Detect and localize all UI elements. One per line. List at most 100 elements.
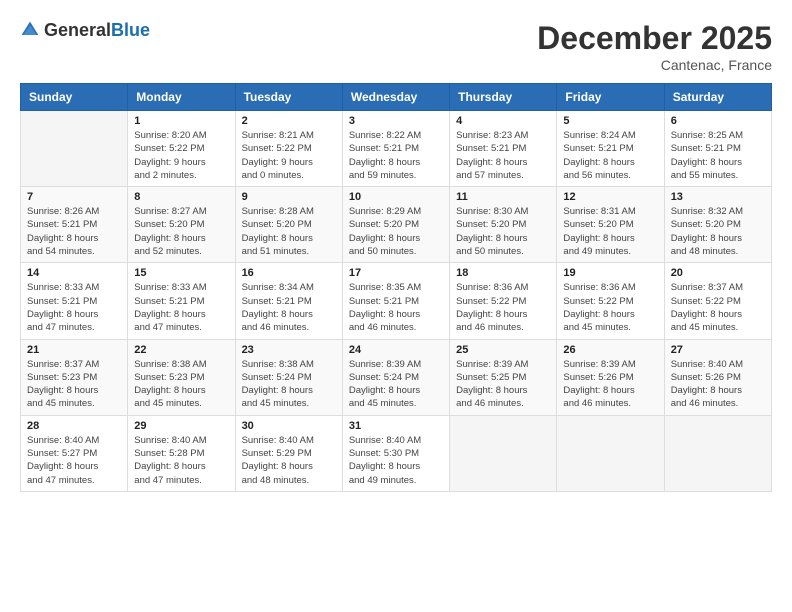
cell-content: Sunrise: 8:20 AMSunset: 5:22 PMDaylight:…	[134, 129, 228, 182]
calendar-cell: 19 Sunrise: 8:36 AMSunset: 5:22 PMDayligh…	[557, 263, 664, 339]
cell-content: Sunrise: 8:34 AMSunset: 5:21 PMDaylight:…	[242, 281, 336, 334]
day-number: 20	[671, 267, 765, 279]
day-number: 31	[349, 420, 443, 432]
calendar-day-header: Thursday	[450, 84, 557, 111]
calendar-cell: 4 Sunrise: 8:23 AMSunset: 5:21 PMDaylight…	[450, 111, 557, 187]
calendar-cell: 30 Sunrise: 8:40 AMSunset: 5:29 PMDayligh…	[235, 415, 342, 491]
calendar-day-header: Wednesday	[342, 84, 449, 111]
cell-content: Sunrise: 8:36 AMSunset: 5:22 PMDaylight:…	[456, 281, 550, 334]
calendar-cell: 2 Sunrise: 8:21 AMSunset: 5:22 PMDaylight…	[235, 111, 342, 187]
cell-content: Sunrise: 8:40 AMSunset: 5:28 PMDaylight:…	[134, 434, 228, 487]
calendar-day-header: Monday	[128, 84, 235, 111]
day-number: 29	[134, 420, 228, 432]
day-number: 13	[671, 191, 765, 203]
calendar-week-row: 21 Sunrise: 8:37 AMSunset: 5:23 PMDayligh…	[21, 339, 772, 415]
day-number: 18	[456, 267, 550, 279]
calendar-cell: 10Sunrise: 8:29 AMSunset: 5:20 PMDayligh…	[342, 187, 449, 263]
calendar-cell: 25 Sunrise: 8:39 AMSunset: 5:25 PMDayligh…	[450, 339, 557, 415]
calendar-cell: 24Sunrise: 8:39 AMSunset: 5:24 PMDayligh…	[342, 339, 449, 415]
day-number: 22	[134, 344, 228, 356]
logo: General Blue	[20, 20, 150, 40]
location: Cantenac, France	[537, 57, 772, 73]
calendar-cell	[450, 415, 557, 491]
calendar-cell: 28 Sunrise: 8:40 AMSunset: 5:27 PMDayligh…	[21, 415, 128, 491]
day-number: 14	[27, 267, 121, 279]
cell-content: Sunrise: 8:33 AMSunset: 5:21 PMDaylight:…	[134, 281, 228, 334]
day-number: 16	[242, 267, 336, 279]
cell-content: Sunrise: 8:40 AMSunset: 5:27 PMDaylight:…	[27, 434, 121, 487]
calendar-cell: 14 Sunrise: 8:33 AMSunset: 5:21 PMDayligh…	[21, 263, 128, 339]
day-number: 3	[349, 115, 443, 127]
calendar-day-header: Tuesday	[235, 84, 342, 111]
calendar-cell: 9 Sunrise: 8:28 AMSunset: 5:20 PMDaylight…	[235, 187, 342, 263]
calendar-cell	[21, 111, 128, 187]
calendar-cell: 16 Sunrise: 8:34 AMSunset: 5:21 PMDayligh…	[235, 263, 342, 339]
day-number: 10	[349, 191, 443, 203]
cell-content: Sunrise: 8:22 AMSunset: 5:21 PMDaylight:…	[349, 129, 443, 182]
day-number: 28	[27, 420, 121, 432]
calendar-cell: 27Sunrise: 8:40 AMSunset: 5:26 PMDayligh…	[664, 339, 771, 415]
day-number: 1	[134, 115, 228, 127]
cell-content: Sunrise: 8:35 AMSunset: 5:21 PMDaylight:…	[349, 281, 443, 334]
day-number: 24	[349, 344, 443, 356]
logo-text-general: General	[44, 21, 111, 39]
calendar-cell: 17 Sunrise: 8:35 AMSunset: 5:21 PMDayligh…	[342, 263, 449, 339]
day-number: 7	[27, 191, 121, 203]
month-title: December 2025	[537, 20, 772, 57]
cell-content: Sunrise: 8:39 AMSunset: 5:25 PMDaylight:…	[456, 358, 550, 411]
day-number: 12	[563, 191, 657, 203]
day-number: 19	[563, 267, 657, 279]
cell-content: Sunrise: 8:32 AMSunset: 5:20 PMDaylight:…	[671, 205, 765, 258]
cell-content: Sunrise: 8:37 AMSunset: 5:23 PMDaylight:…	[27, 358, 121, 411]
day-number: 30	[242, 420, 336, 432]
day-number: 8	[134, 191, 228, 203]
calendar-cell: 22 Sunrise: 8:38 AMSunset: 5:23 PMDayligh…	[128, 339, 235, 415]
calendar-cell: 26Sunrise: 8:39 AMSunset: 5:26 PMDayligh…	[557, 339, 664, 415]
page-header: General Blue December 2025 Cantenac, Fra…	[20, 20, 772, 73]
calendar-table: SundayMondayTuesdayWednesdayThursdayFrid…	[20, 83, 772, 492]
cell-content: Sunrise: 8:36 AMSunset: 5:22 PMDaylight:…	[563, 281, 657, 334]
cell-content: Sunrise: 8:26 AMSunset: 5:21 PMDaylight:…	[27, 205, 121, 258]
calendar-day-header: Sunday	[21, 84, 128, 111]
day-number: 27	[671, 344, 765, 356]
cell-content: Sunrise: 8:27 AMSunset: 5:20 PMDaylight:…	[134, 205, 228, 258]
day-number: 15	[134, 267, 228, 279]
calendar-cell: 15 Sunrise: 8:33 AMSunset: 5:21 PMDayligh…	[128, 263, 235, 339]
calendar-cell: 1 Sunrise: 8:20 AMSunset: 5:22 PMDaylight…	[128, 111, 235, 187]
cell-content: Sunrise: 8:25 AMSunset: 5:21 PMDaylight:…	[671, 129, 765, 182]
cell-content: Sunrise: 8:23 AMSunset: 5:21 PMDaylight:…	[456, 129, 550, 182]
day-number: 4	[456, 115, 550, 127]
day-number: 6	[671, 115, 765, 127]
day-number: 23	[242, 344, 336, 356]
day-number: 11	[456, 191, 550, 203]
calendar-day-header: Saturday	[664, 84, 771, 111]
calendar-cell: 21 Sunrise: 8:37 AMSunset: 5:23 PMDayligh…	[21, 339, 128, 415]
calendar-week-row: 14 Sunrise: 8:33 AMSunset: 5:21 PMDayligh…	[21, 263, 772, 339]
day-number: 21	[27, 344, 121, 356]
cell-content: Sunrise: 8:28 AMSunset: 5:20 PMDaylight:…	[242, 205, 336, 258]
day-number: 25	[456, 344, 550, 356]
cell-content: Sunrise: 8:38 AMSunset: 5:23 PMDaylight:…	[134, 358, 228, 411]
logo-text-blue: Blue	[111, 21, 150, 39]
day-number: 5	[563, 115, 657, 127]
cell-content: Sunrise: 8:40 AMSunset: 5:29 PMDaylight:…	[242, 434, 336, 487]
day-number: 17	[349, 267, 443, 279]
calendar-header-row: SundayMondayTuesdayWednesdayThursdayFrid…	[21, 84, 772, 111]
calendar-cell: 5 Sunrise: 8:24 AMSunset: 5:21 PMDaylight…	[557, 111, 664, 187]
cell-content: Sunrise: 8:33 AMSunset: 5:21 PMDaylight:…	[27, 281, 121, 334]
cell-content: Sunrise: 8:38 AMSunset: 5:24 PMDaylight:…	[242, 358, 336, 411]
logo-icon	[20, 20, 40, 40]
day-number: 2	[242, 115, 336, 127]
cell-content: Sunrise: 8:21 AMSunset: 5:22 PMDaylight:…	[242, 129, 336, 182]
title-block: December 2025 Cantenac, France	[537, 20, 772, 73]
cell-content: Sunrise: 8:39 AMSunset: 5:26 PMDaylight:…	[563, 358, 657, 411]
calendar-day-header: Friday	[557, 84, 664, 111]
calendar-cell: 11Sunrise: 8:30 AMSunset: 5:20 PMDayligh…	[450, 187, 557, 263]
calendar-cell: 20Sunrise: 8:37 AMSunset: 5:22 PMDayligh…	[664, 263, 771, 339]
cell-content: Sunrise: 8:24 AMSunset: 5:21 PMDaylight:…	[563, 129, 657, 182]
calendar-cell: 13 Sunrise: 8:32 AMSunset: 5:20 PMDayligh…	[664, 187, 771, 263]
calendar-cell: 6 Sunrise: 8:25 AMSunset: 5:21 PMDaylight…	[664, 111, 771, 187]
day-number: 9	[242, 191, 336, 203]
calendar-cell: 18 Sunrise: 8:36 AMSunset: 5:22 PMDayligh…	[450, 263, 557, 339]
calendar-week-row: 28 Sunrise: 8:40 AMSunset: 5:27 PMDayligh…	[21, 415, 772, 491]
